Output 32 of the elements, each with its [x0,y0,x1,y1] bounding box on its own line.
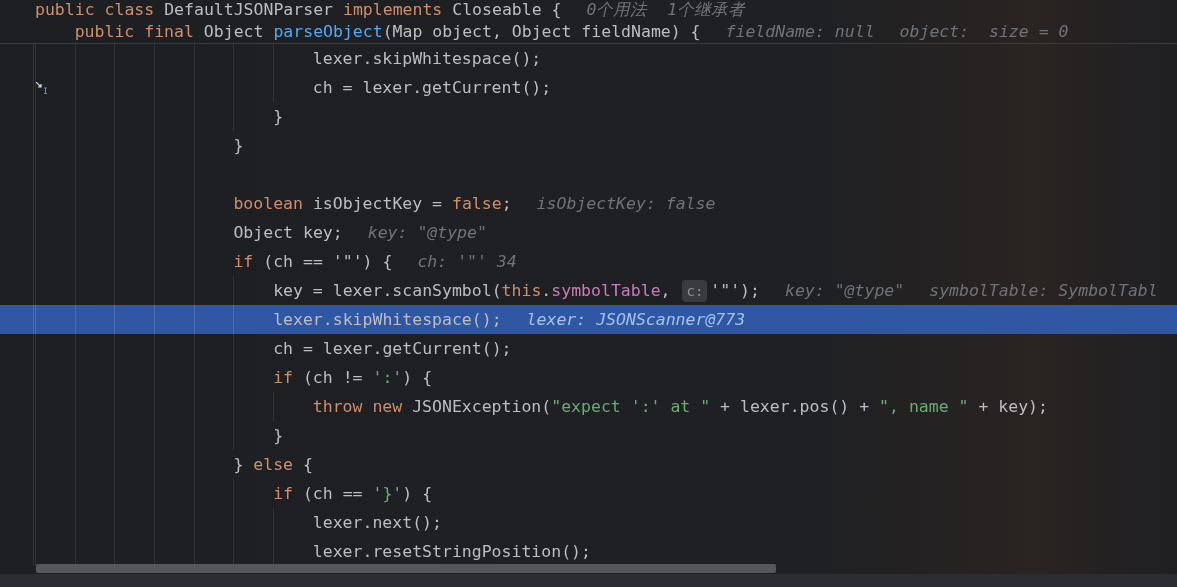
code-text: lexer.resetStringPosition(); [312,542,591,561]
code-text: public final Object parseObject(Map object, Object fieldName) { [74,21,701,41]
inline-value-hint: isObjectKey: false [536,194,716,213]
code-text: if (ch == '}') { [273,484,433,503]
code-text: Object key; [233,223,343,242]
code-text: } [273,107,284,126]
code-text: if (ch != ':') { [273,368,433,387]
horizontal-scrollbar[interactable] [36,564,776,573]
code-text: } [233,136,244,155]
code-text: } [273,426,284,445]
code-text: '"'); [710,281,760,300]
code-text: } else { [233,455,313,474]
inline-value-hint: symbolTable: SymbolTabl [929,281,1158,300]
code-text: public class DefaultJSONParser implements Closeable { [35,0,562,19]
inline-value-hint: ch: '"' 34 [417,252,517,271]
code-text: lexer.skipWhitespace(); [312,49,542,68]
mouse-cursor-icon [36,82,48,94]
code-text: key = lexer.scanSymbol(this.symbolTable, [273,281,672,300]
inline-value-hint: key: "@type" [785,281,905,300]
inline-value-hint: lexer: JSONScanner@773 [526,310,746,329]
inline-value-hint: key: "@type" [367,223,487,242]
inline-value-hint: object: size = 0 [899,21,1069,41]
inline-value-hint: fieldName: null [725,21,875,41]
code-text: if (ch == '"') { [233,252,393,271]
code-text: throw new JSONException("expect ':' at " + lexer.pos() + ", name " + key); [312,397,1048,416]
code-text: boolean isObjectKey = false; [233,194,512,213]
code-text: lexer.skipWhitespace(); [273,310,502,329]
parameter-hint: c: [682,279,708,302]
inline-value-hint: 0个用法 1个继承者 [586,0,746,19]
code-text: ch = lexer.getCurrent(); [312,78,552,97]
code-text: ch = lexer.getCurrent(); [273,339,512,358]
code-text: lexer.next(); [312,513,442,532]
